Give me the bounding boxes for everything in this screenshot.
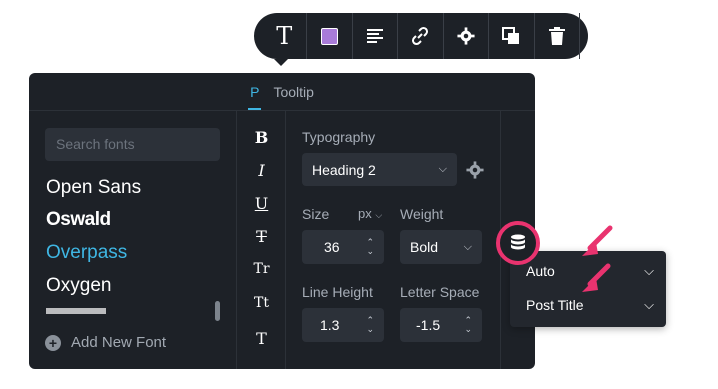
duplicate-button[interactable] [489,13,535,59]
chevron-down-icon: ⌵ [644,297,654,312]
size-unit-select[interactable]: px ⌵ [358,206,382,221]
letter-space-input[interactable]: -1.5 ⌃ ⌄ [400,308,482,342]
settings-button[interactable] [444,13,490,59]
chevron-down-icon: ⌵ [463,240,472,253]
toolbar-pointer [274,59,288,66]
font-item-oswald[interactable]: Oswald [46,209,111,231]
link-button[interactable] [398,13,444,59]
typography-panel: P Tooltip Search fonts Open Sans Oswald … [29,73,535,369]
weight-value: Bold [410,239,439,255]
add-new-font-label: Add New Font [71,334,167,351]
font-item-open-sans[interactable]: Open Sans [46,177,141,199]
font-list-scrollbar[interactable] [215,301,220,321]
plus-icon: + [45,334,61,351]
delete-button[interactable] [535,13,580,59]
chevron-down-icon: ⌵ [644,263,654,278]
line-height-label: Line Height [302,284,373,300]
italic-button[interactable]: I [237,161,286,180]
dynamic-source-value: Auto [526,263,555,279]
typography-value: Heading 2 [312,161,376,178]
font-list-column: Search fonts Open Sans Oswald Overpass O… [29,111,237,369]
strikethrough-button[interactable]: T [237,227,286,246]
bold-button[interactable]: B [237,128,286,147]
size-value: 36 [324,239,340,255]
font-item-partial [46,308,116,314]
trash-icon [548,27,565,45]
color-button[interactable] [307,13,353,59]
annotation-arrows [582,225,613,292]
size-stepper[interactable]: ⌃ ⌄ [366,238,374,256]
text-icon: T [276,22,293,50]
letter-space-value: -1.5 [416,317,441,333]
dynamic-content-button[interactable] [496,221,540,265]
size-input[interactable]: 36 ⌃ ⌄ [302,230,384,264]
size-label: Size [302,206,330,222]
weight-label: Weight [400,206,444,222]
database-icon [511,234,525,250]
typography-select[interactable]: Heading 2 ⌵ [302,153,457,186]
line-height-stepper[interactable]: ⌃ ⌄ [366,316,374,334]
capitalize-button[interactable]: Tt [237,295,286,311]
line-height-input[interactable]: 1.3 ⌃ ⌄ [302,308,384,342]
text-transform-button[interactable]: T [237,329,286,348]
font-item-overpass[interactable]: Overpass [46,242,127,264]
duplicate-icon [502,27,520,44]
gear-icon [457,27,475,45]
tab-p[interactable]: P [248,74,262,110]
panel-tabs: P Tooltip [29,73,535,111]
gear-icon[interactable] [466,161,484,179]
tab-tooltip[interactable]: Tooltip [273,74,313,110]
letter-space-stepper[interactable]: ⌃ ⌄ [464,316,472,334]
align-button[interactable] [353,13,399,59]
uppercase-button[interactable]: Tr [237,261,286,277]
typography-label: Typography [302,129,376,145]
font-item-oxygen[interactable]: Oxygen [46,275,111,297]
weight-select[interactable]: Bold ⌵ [400,230,482,264]
typography-properties: Typography Heading 2 ⌵ Size px ⌵ Weight … [286,111,501,369]
add-new-font-button[interactable]: + Add New Font [45,334,166,351]
letter-space-label: Letter Space [400,284,480,300]
text-style-column: B I U T Tr Tt T [237,111,286,369]
link-icon [412,26,429,46]
text-toolbar: T [254,13,588,66]
font-search-input[interactable]: Search fonts [45,128,220,161]
text-button[interactable]: T [262,13,308,59]
underline-button[interactable]: U [237,194,286,213]
align-left-icon [367,29,384,43]
color-swatch-icon [321,27,339,45]
line-height-value: 1.3 [320,317,340,333]
chevron-down-icon: ⌵ [438,163,447,175]
